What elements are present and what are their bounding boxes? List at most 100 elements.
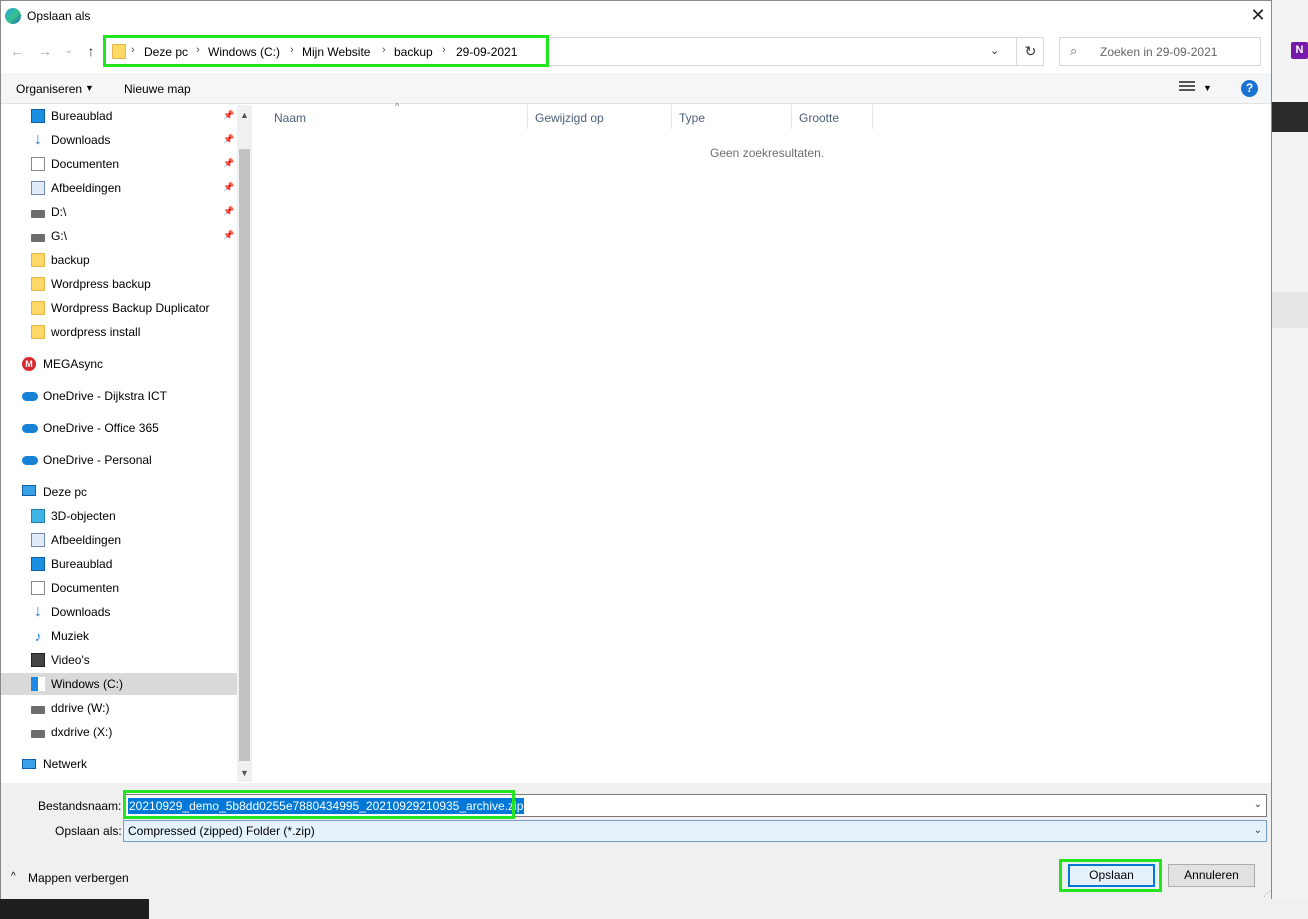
sidebar-item[interactable]: Bureaublad 📌: [1, 105, 237, 127]
search-input[interactable]: ⌕ Zoeken in 29-09-2021: [1059, 37, 1261, 66]
chevron-down-icon[interactable]: ⌄: [990, 44, 999, 57]
sidebar-item-label: OneDrive - Office 365: [43, 421, 159, 435]
sidebar-item[interactable]: OneDrive - Office 365: [1, 417, 237, 439]
drive-icon: [31, 730, 45, 738]
back-button[interactable]: ←: [7, 41, 27, 61]
sidebar-item[interactable]: Bureaublad: [1, 553, 237, 575]
sidebar-item[interactable]: OneDrive - Dijkstra ICT: [1, 385, 237, 407]
close-button[interactable]: ✕: [1245, 4, 1271, 28]
sidebar-item[interactable]: Documenten 📌: [1, 153, 237, 175]
video-icon: [31, 653, 45, 667]
pin-icon: 📌: [223, 206, 235, 216]
sidebar-item-label: Afbeeldingen: [51, 533, 122, 547]
hide-folders-button[interactable]: Mappen verbergen: [28, 871, 129, 885]
recent-locations-button[interactable]: ⌄: [59, 41, 79, 61]
onenote-icon: N: [1291, 42, 1308, 59]
forward-button[interactable]: →: [35, 41, 55, 61]
sidebar-item[interactable]: wordpress install: [1, 321, 237, 343]
computer-icon: [22, 485, 36, 496]
background-app-bar: [1272, 102, 1308, 132]
search-icon: ⌕: [1070, 43, 1078, 58]
background-app-footer: [149, 899, 1308, 919]
chevron-down-icon[interactable]: ⌄: [1254, 825, 1262, 836]
navigation-scrollbar[interactable]: ▲ ▼: [237, 105, 252, 782]
sidebar-item[interactable]: ♪ Muziek: [1, 625, 237, 647]
download-icon: ↓: [34, 131, 42, 148]
pictures-icon: [31, 181, 45, 195]
sidebar-item[interactable]: Wordpress Backup Duplicator: [1, 297, 237, 319]
sidebar-item[interactable]: G:\ 📌: [1, 225, 237, 247]
view-options-icon[interactable]: [1179, 81, 1195, 95]
drive-icon: [31, 210, 45, 218]
column-divider[interactable]: [527, 105, 528, 129]
column-header-type[interactable]: Type: [679, 105, 705, 129]
sidebar-item[interactable]: D:\ 📌: [1, 201, 237, 223]
sidebar-item[interactable]: backup: [1, 249, 237, 271]
sidebar-item[interactable]: Afbeeldingen: [1, 529, 237, 551]
drive-icon: [31, 234, 45, 242]
scroll-down-icon[interactable]: ▼: [240, 768, 249, 778]
chevron-up-icon[interactable]: ^: [11, 871, 16, 882]
sort-ascending-icon: ^: [395, 101, 400, 111]
background-app-panel: [1272, 292, 1308, 328]
resize-grip-icon[interactable]: ⋰: [1263, 889, 1271, 898]
column-divider[interactable]: [671, 105, 672, 129]
scrollbar-thumb[interactable]: [239, 149, 250, 761]
sidebar-item[interactable]: OneDrive - Personal: [1, 449, 237, 471]
folder-icon: [31, 301, 45, 315]
sidebar-item-label: Downloads: [51, 605, 111, 619]
new-folder-button[interactable]: Nieuwe map: [124, 82, 191, 96]
caret-down-icon: ▼: [85, 83, 94, 93]
scroll-up-icon[interactable]: ▲: [240, 110, 249, 120]
sidebar-item[interactable]: Deze pc: [1, 481, 237, 503]
caret-down-icon[interactable]: ▼: [1203, 83, 1212, 93]
sidebar-item[interactable]: Documenten: [1, 577, 237, 599]
background-app: [1272, 0, 1308, 919]
sidebar-item-label: wordpress install: [51, 325, 141, 339]
sidebar-item[interactable]: dxdrive (X:): [1, 721, 237, 743]
filename-label: Bestandsnaam:: [38, 799, 122, 813]
organize-button[interactable]: Organiseren: [16, 82, 82, 96]
save-type-label: Opslaan als:: [55, 824, 122, 838]
sidebar-item-label: Video's: [51, 653, 90, 667]
sidebar-item[interactable]: M MEGAsync: [1, 353, 237, 375]
mega-icon: M: [22, 357, 36, 371]
sidebar-item[interactable]: Netwerk: [1, 753, 237, 775]
document-icon: [31, 157, 45, 171]
sidebar-item[interactable]: Afbeeldingen 📌: [1, 177, 237, 199]
column-divider[interactable]: [791, 105, 792, 129]
pin-icon: 📌: [223, 230, 235, 240]
sidebar-item[interactable]: Video's: [1, 649, 237, 671]
sidebar-item[interactable]: ↓ Downloads 📌: [1, 129, 237, 151]
column-header-name[interactable]: Naam: [274, 105, 306, 129]
sidebar-item-label: Wordpress Backup Duplicator: [51, 301, 210, 315]
command-bar: Organiseren ▼ Nieuwe map ▼ ?: [1, 73, 1271, 104]
chevron-down-icon[interactable]: ⌄: [1254, 799, 1262, 810]
drive-icon: [31, 706, 45, 714]
sidebar-item-label: OneDrive - Dijkstra ICT: [43, 389, 168, 403]
save-type-select[interactable]: Compressed (zipped) Folder (*.zip) ⌄: [123, 820, 1267, 842]
save-highlight: [1059, 859, 1162, 892]
sidebar-item[interactable]: ddrive (W:): [1, 697, 237, 719]
column-header-size[interactable]: Grootte: [799, 105, 839, 129]
sidebar-item[interactable]: 3D-objecten: [1, 505, 237, 527]
cancel-button[interactable]: Annuleren: [1168, 864, 1255, 887]
column-divider[interactable]: [872, 105, 873, 129]
download-icon: ↓: [34, 603, 42, 620]
onedrive-icon: [22, 456, 38, 465]
sidebar-item-label: dxdrive (X:): [51, 725, 113, 739]
sidebar-item[interactable]: Wordpress backup: [1, 273, 237, 295]
help-button[interactable]: ?: [1241, 80, 1258, 97]
sidebar-item-label: MEGAsync: [43, 357, 104, 371]
sidebar-item-label: 3D-objecten: [51, 509, 116, 523]
dialog-title: Opslaan als: [27, 9, 91, 23]
refresh-button[interactable]: ↻: [1016, 38, 1044, 65]
column-header-modified[interactable]: Gewijzigd op: [535, 105, 604, 129]
sidebar-item-label: G:\: [51, 229, 68, 243]
sidebar-item[interactable]: Windows (C:): [1, 673, 237, 695]
desktop-icon: [31, 557, 45, 571]
onedrive-icon: [22, 392, 38, 401]
sidebar-item[interactable]: ↓ Downloads: [1, 601, 237, 623]
up-button[interactable]: ↑: [81, 41, 101, 61]
save-options-panel: Bestandsnaam: 20210929_demo_5b8dd0255e78…: [1, 783, 1271, 899]
